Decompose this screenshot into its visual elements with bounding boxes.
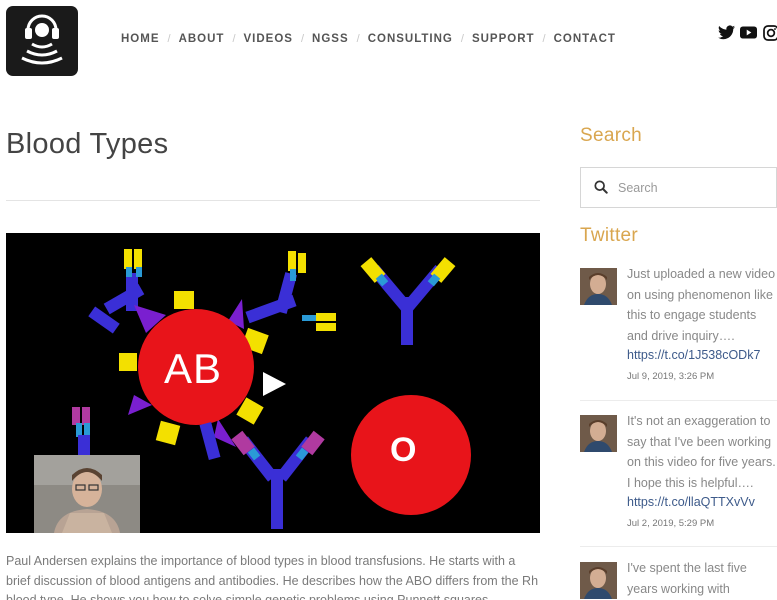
tweet-date[interactable]: Jul 2, 2019, 5:29 PM <box>627 518 777 529</box>
nav-separator: / <box>167 33 171 45</box>
tweet-body: I've spent the last five years working w… <box>627 558 777 599</box>
tweet-body: It's not an exaggeration to say that I'v… <box>627 411 777 529</box>
antigen-triangle <box>214 419 236 447</box>
nav-separator: / <box>356 33 360 45</box>
search-icon[interactable] <box>594 179 610 196</box>
nav-home[interactable]: HOME <box>121 33 160 45</box>
search-input[interactable] <box>618 180 768 195</box>
tweet-date[interactable]: Jul 9, 2019, 3:26 PM <box>627 371 777 382</box>
nav-separator: / <box>542 33 546 45</box>
instagram-icon[interactable] <box>762 24 777 41</box>
video-description: Paul Andersen explains the importance of… <box>6 554 539 600</box>
tweet-text: Just uploaded a new video on using pheno… <box>627 267 776 343</box>
tweet-avatar[interactable] <box>580 415 617 452</box>
ab-cell-label: AB <box>164 345 223 392</box>
presenter-image <box>34 455 140 533</box>
antigen <box>119 353 137 371</box>
nav-about[interactable]: ABOUT <box>179 33 225 45</box>
tweet-link[interactable]: https://t.co/1J538cODk7 <box>627 346 777 365</box>
tweet-avatar[interactable] <box>580 268 617 305</box>
o-cell-label: O <box>390 431 417 469</box>
nav-separator: / <box>232 33 236 45</box>
tweet-text: It's not an exaggeration to say that I'v… <box>627 414 776 490</box>
video-player[interactable]: AB O <box>6 233 540 533</box>
nav-support[interactable]: SUPPORT <box>472 33 535 45</box>
nav-separator: / <box>300 33 305 45</box>
twitter-heading: Twitter <box>580 225 639 246</box>
tweet-divider <box>580 546 777 547</box>
site-logo[interactable] <box>6 6 78 76</box>
tweet-divider <box>580 400 777 401</box>
antibody-top-right <box>360 257 456 345</box>
antibody-top-left <box>88 249 145 334</box>
main-nav: HOME / ABOUT / VIDEOS / NGSS / CONSULTIN… <box>121 33 616 45</box>
nav-contact[interactable]: CONTACT <box>554 33 616 45</box>
page-title: Blood Types <box>6 128 169 160</box>
twitter-icon[interactable] <box>718 24 735 41</box>
nav-ngss[interactable]: NGSS <box>312 33 349 45</box>
youtube-icon[interactable] <box>740 24 757 41</box>
presenter-inset <box>34 455 140 533</box>
nav-separator: / <box>460 33 464 45</box>
play-icon[interactable] <box>259 370 289 398</box>
antibody-top-middle <box>245 251 336 331</box>
nav-consulting[interactable]: CONSULTING <box>368 33 453 45</box>
headphones-logo-icon <box>21 14 63 65</box>
antigen <box>174 291 194 309</box>
tweet-avatar[interactable] <box>580 562 617 599</box>
search-heading: Search <box>580 125 643 146</box>
social-links <box>718 24 777 41</box>
title-divider <box>6 200 540 201</box>
search-form <box>580 167 777 208</box>
antigen <box>155 420 181 446</box>
tweet-body: Just uploaded a new video on using pheno… <box>627 264 777 382</box>
tweet-link[interactable]: https://t.co/llaQTTXvVv <box>627 493 777 512</box>
tweet-text: I've spent the last five years working w… <box>627 561 747 596</box>
nav-videos[interactable]: VIDEOS <box>244 33 293 45</box>
antibody-bottom-middle <box>231 430 325 529</box>
